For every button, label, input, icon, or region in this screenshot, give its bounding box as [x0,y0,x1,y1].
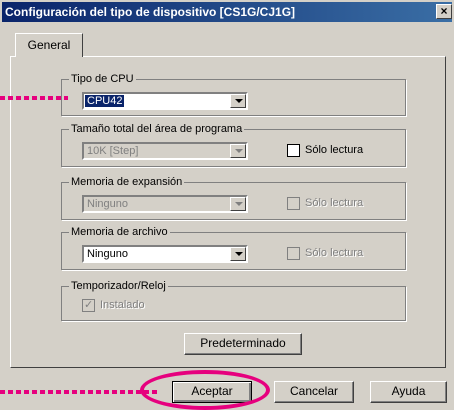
chevron-down-icon [230,144,246,158]
cpu-type-label: Tipo de CPU [69,72,136,86]
cpu-type-value: CPU42 [85,95,125,107]
program-area-select: 10K [Step] [82,142,248,160]
expansion-memory-value: Ninguno [87,198,128,210]
annotation-dotted-line-cpu [0,96,68,100]
file-memory-label: Memoria de archivo [69,225,170,239]
window-title: Configuración del tipo de dispositivo [C… [5,5,296,19]
timer-installed-checkbox: ✓ [82,299,95,312]
timer-clock-group: Temporizador/Reloj ✓ Instalado [61,279,406,321]
title-bar: Configuración del tipo de dispositivo [C… [2,2,452,22]
program-readonly-checkbox[interactable] [287,144,300,157]
file-memory-value: Ninguno [87,248,128,260]
cancel-button[interactable]: Cancelar [274,381,354,403]
defaults-button[interactable]: Predeterminado [184,333,302,355]
cancel-button-label: Cancelar [289,384,339,398]
program-readonly-label: Sólo lectura [305,144,364,156]
expansion-readonly-label: Sólo lectura [305,197,364,209]
timer-installed-label: Instalado [100,299,145,311]
file-readonly-checkbox [287,247,300,260]
checkmark-icon: ✓ [84,299,94,311]
file-memory-group: Memoria de archivo Ninguno Sólo lectura [61,225,406,270]
chevron-down-icon [230,197,246,211]
chevron-down-icon[interactable] [230,94,246,108]
program-area-group: Tamaño total del área de programa 10K [S… [61,122,406,167]
cpu-type-select[interactable]: CPU42 [82,92,248,110]
file-readonly-label: Sólo lectura [305,247,364,259]
expansion-memory-select: Ninguno [82,195,248,213]
expansion-memory-label: Memoria de expansión [69,175,185,189]
tab-general[interactable]: General [15,33,83,57]
file-memory-select[interactable]: Ninguno [82,245,248,263]
tab-general-label: General [27,38,71,52]
chevron-down-icon[interactable] [230,247,246,261]
device-type-dialog: Configuración del tipo de dispositivo [C… [0,0,454,410]
help-button-label: Ayuda [391,384,426,398]
expansion-readonly-checkbox [287,197,300,210]
close-icon: × [440,4,448,18]
tab-panel-general: Tipo de CPU CPU42 Tamaño total del área … [10,56,446,368]
timer-clock-label: Temporizador/Reloj [69,279,168,293]
annotation-ring-ok [140,370,270,410]
cpu-type-group: Tipo de CPU CPU42 [61,72,406,116]
annotation-dotted-line-ok [0,390,160,394]
defaults-button-label: Predeterminado [200,336,286,350]
help-button[interactable]: Ayuda [370,381,447,403]
program-area-label: Tamaño total del área de programa [69,122,245,136]
program-area-value: 10K [Step] [87,145,139,157]
expansion-memory-group: Memoria de expansión Ninguno Sólo lectur… [61,175,406,220]
close-button[interactable]: × [436,4,452,19]
